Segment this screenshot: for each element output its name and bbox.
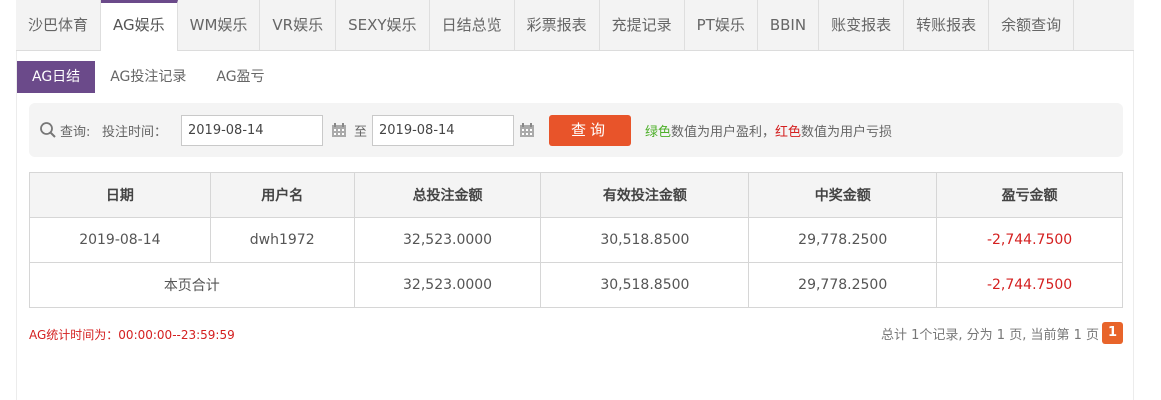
report-table: 日期 用户名 总投注金额 有效投注金额 中奖金额 盈亏金额 2019-08-14… bbox=[29, 172, 1123, 308]
header-total-bet: 总投注金额 bbox=[353, 172, 542, 218]
legend-green: 绿色 bbox=[645, 125, 672, 140]
sub-nav: AG日结 AG投注记录 AG盈亏 bbox=[17, 61, 280, 93]
total-payout: 29,778.2500 bbox=[748, 262, 938, 308]
bet-time-label: 投注时间： bbox=[102, 125, 168, 140]
header-username: 用户名 bbox=[209, 172, 355, 218]
tab-balance-query[interactable]: 余额查询 bbox=[989, 0, 1075, 50]
cell-payout: 29,778.2500 bbox=[748, 217, 938, 263]
tab-vr[interactable]: VR娱乐 bbox=[260, 0, 337, 50]
tab-sport[interactable]: 沙巴体育 bbox=[16, 0, 102, 50]
table-total-row: 本页合计 32,523.0000 30,518.8500 29,778.2500… bbox=[29, 262, 1123, 308]
table-header-row: 日期 用户名 总投注金额 有效投注金额 中奖金额 盈亏金额 bbox=[29, 172, 1123, 218]
search-icon bbox=[40, 122, 56, 138]
cell-profit-loss: -2,744.7500 bbox=[936, 217, 1123, 263]
total-label: 本页合计 bbox=[29, 262, 355, 308]
cell-total-bet: 32,523.0000 bbox=[353, 217, 542, 263]
query-button[interactable]: 查询 bbox=[549, 115, 631, 146]
tab-ag[interactable]: AG娱乐 bbox=[101, 0, 178, 51]
tab-account-change[interactable]: 账变报表 bbox=[819, 0, 905, 50]
calendar-icon[interactable] bbox=[331, 122, 347, 138]
pager-summary: 总计 1个记录, 分为 1 页, 当前第 1 页 bbox=[880, 327, 1099, 343]
legend-red: 红色 bbox=[775, 125, 802, 140]
header-payout: 中奖金额 bbox=[748, 172, 938, 218]
legend-red-text: 数值为用户亏损 bbox=[801, 125, 893, 140]
calendar-icon[interactable] bbox=[519, 122, 535, 138]
subtab-ag-bets[interactable]: AG投注记录 bbox=[95, 61, 201, 93]
color-legend: 绿色数值为用户盈利，红色数值为用户亏损 bbox=[645, 121, 892, 140]
header-date: 日期 bbox=[29, 172, 211, 218]
subtab-ag-profit[interactable]: AG盈亏 bbox=[201, 61, 279, 93]
tab-wm[interactable]: WM娱乐 bbox=[178, 0, 261, 50]
legend-green-text: 数值为用户盈利， bbox=[671, 125, 776, 140]
tab-pt[interactable]: PT娱乐 bbox=[685, 0, 758, 50]
tab-transfer-report[interactable]: 转账报表 bbox=[904, 0, 990, 50]
header-profit-loss: 盈亏金额 bbox=[936, 172, 1123, 218]
tab-bbin[interactable]: BBIN bbox=[758, 0, 820, 50]
cell-date: 2019-08-14 bbox=[29, 217, 211, 263]
to-label: 至 bbox=[354, 125, 368, 140]
header-valid-bet: 有效投注金额 bbox=[540, 172, 750, 218]
tab-daily-overview[interactable]: 日结总览 bbox=[430, 0, 515, 50]
table-row: 2019-08-14 dwh1972 32,523.0000 30,518.85… bbox=[29, 217, 1123, 263]
total-valid-bet: 30,518.8500 bbox=[540, 262, 750, 308]
start-date-input[interactable] bbox=[181, 115, 323, 146]
cell-username: dwh1972 bbox=[209, 217, 355, 263]
tab-deposit-withdraw[interactable]: 充提记录 bbox=[600, 0, 685, 50]
end-date-input[interactable] bbox=[372, 115, 514, 146]
tab-lottery-report[interactable]: 彩票报表 bbox=[515, 0, 600, 50]
query-panel: 查询: 投注时间： 至 查询 绿色数值为用户盈利，红色数值为用户亏损 bbox=[29, 103, 1123, 157]
cell-valid-bet: 30,518.8500 bbox=[540, 217, 750, 263]
top-nav: 沙巴体育 AG娱乐 WM娱乐 VR娱乐 SEXY娱乐 日结总览 彩票报表 充提记… bbox=[16, 0, 1134, 51]
pagination: 总计 1个记录, 分为 1 页, 当前第 1 页 1 bbox=[881, 322, 1123, 344]
total-bet: 32,523.0000 bbox=[353, 262, 542, 308]
total-profit-loss: -2,744.7500 bbox=[936, 262, 1123, 308]
stat-time-note: AG统计时间为：00:00:00--23:59:59 bbox=[29, 328, 235, 342]
subtab-ag-daily[interactable]: AG日结 bbox=[17, 61, 96, 93]
tab-sexy[interactable]: SEXY娱乐 bbox=[336, 0, 430, 50]
page-button-current[interactable]: 1 bbox=[1102, 322, 1123, 344]
search-label: 查询: bbox=[60, 125, 91, 140]
